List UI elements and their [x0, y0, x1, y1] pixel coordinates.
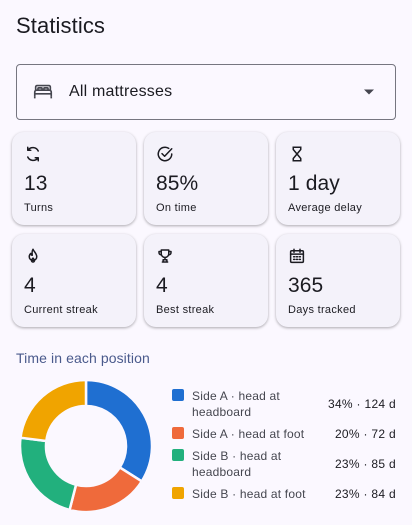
chart-legend: Side A · head at headboard 34% · 124 d S…	[172, 388, 400, 502]
stat-label: Best streak	[156, 304, 215, 316]
legend-stat: 34% · 124 d	[327, 397, 396, 411]
legend-label: Side B · head at headboard	[192, 449, 282, 479]
legend-label: Side A · head at foot	[192, 427, 305, 441]
stat-label: Average delay	[288, 202, 363, 214]
page-title: Statistics	[16, 13, 106, 38]
stat-value: 13	[24, 172, 48, 195]
legend-stat: 23% · 84 d	[334, 487, 396, 501]
legend-swatch	[172, 449, 184, 461]
hourglass-icon	[288, 144, 308, 164]
donut-slice	[68, 465, 144, 514]
calendar-icon	[288, 246, 308, 266]
legend-label: Side A · head at headboard	[192, 389, 280, 419]
chevron-down-icon[interactable]	[357, 80, 381, 104]
donut-slice	[18, 436, 78, 512]
legend-item: Side B · head at headboard 23% · 85 d	[172, 448, 400, 480]
legend-swatch	[172, 389, 184, 401]
stat-card-current-streak: 4 Current streak	[12, 234, 136, 327]
stat-value: 4	[24, 274, 36, 297]
legend-stat: 23% · 85 d	[334, 457, 396, 471]
legend-item: Side B · head at foot 23% · 84 d	[172, 486, 400, 502]
section-title: Time in each position	[16, 350, 150, 366]
stat-label: Turns	[24, 202, 54, 214]
stat-card-days-tracked: 365 Days tracked	[276, 234, 400, 327]
stat-card-average-delay: 1 day Average delay	[276, 132, 400, 225]
stat-value: 85%	[156, 172, 199, 195]
stat-value: 1 day	[288, 172, 340, 195]
mattress-select-value: All mattresses	[69, 83, 173, 100]
mattress-select[interactable]: All mattresses	[16, 64, 396, 120]
stat-value: 4	[156, 274, 168, 297]
legend-stat: 20% · 72 d	[334, 427, 396, 441]
stat-card-turns: 13 Turns	[12, 132, 136, 225]
legend-swatch	[172, 427, 184, 439]
stat-label: On time	[156, 202, 197, 214]
stat-card-best-streak: 4 Best streak	[144, 234, 268, 327]
legend-item: Side A · head at headboard 34% · 124 d	[172, 388, 400, 420]
stat-label: Days tracked	[288, 304, 356, 316]
check-circle-icon	[156, 144, 176, 164]
legend-swatch	[172, 487, 184, 499]
statistics-page: Statistics All mattresses 13 Turns 85% O…	[0, 0, 412, 525]
flame-icon	[24, 246, 44, 266]
rotate-icon	[24, 144, 44, 164]
stat-value: 365	[288, 274, 324, 297]
legend-item: Side A · head at foot 20% · 72 d	[172, 426, 400, 442]
legend-label: Side B · head at foot	[192, 487, 306, 501]
donut-slice	[19, 378, 88, 443]
bed-icon	[31, 80, 55, 104]
stat-card-on-time: 85% On time	[144, 132, 268, 225]
position-donut-chart	[18, 378, 154, 514]
trophy-icon	[156, 246, 176, 266]
stat-label: Current streak	[24, 304, 98, 316]
donut-slice	[84, 378, 154, 484]
